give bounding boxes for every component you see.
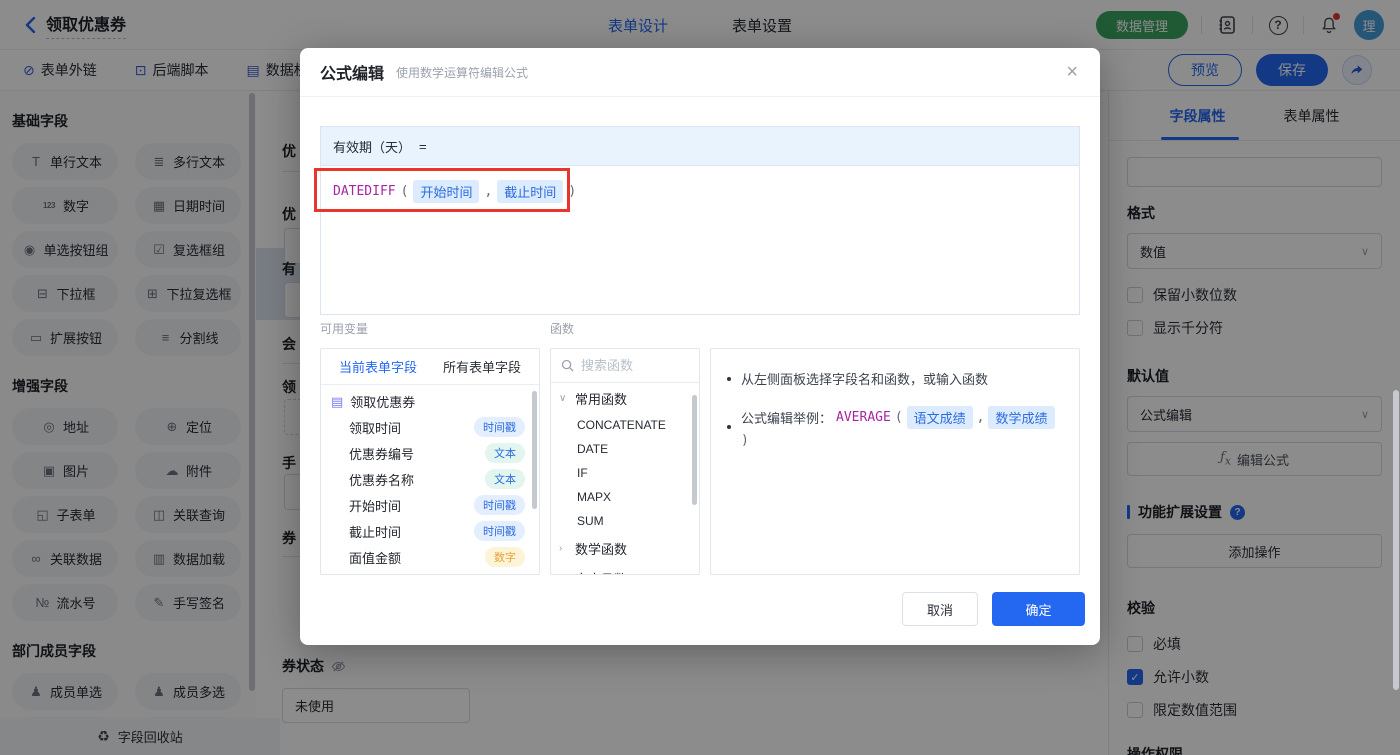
type-badge: 文本 — [485, 443, 525, 463]
caret-right-icon: › — [559, 573, 569, 574]
modal-header: 公式编辑 使用数学运算符编辑公式 × — [300, 48, 1100, 97]
cancel-button[interactable]: 取消 — [902, 592, 978, 626]
function-name: DATEDIFF — [333, 184, 396, 199]
function-item[interactable]: DATE — [551, 437, 699, 461]
caret-down-icon: ∨ — [559, 393, 567, 404]
formula-editor-area[interactable]: DATEDIFF( 开始时间 , 截止时间 ) — [320, 165, 1080, 315]
variables-label: 可用变量 — [320, 322, 369, 336]
function-item[interactable]: CONCATENATE — [551, 413, 699, 437]
formula-target-bar: 有效期（天） = — [320, 126, 1080, 165]
type-badge: 时间戳 — [474, 495, 525, 515]
modal-title: 公式编辑 — [320, 66, 385, 83]
variable-row[interactable]: 截止时间 时间戳 — [321, 518, 539, 544]
form-node[interactable]: ▤ 领取优惠券 — [321, 385, 539, 414]
function-group-math[interactable]: › 数学函数 — [551, 533, 699, 563]
variables-tabs: 当前表单字段 所有表单字段 — [321, 349, 539, 385]
function-item[interactable]: IF — [551, 461, 699, 485]
confirm-button[interactable]: 确定 — [992, 592, 1085, 626]
functions-panel: ∨ 常用函数 CONCATENATE DATE IF MAPX SUM › 数学… — [550, 348, 700, 575]
tab-current-form-fields[interactable]: 当前表单字段 — [339, 357, 417, 376]
functions-label: 函数 — [550, 322, 575, 336]
bullet-icon — [727, 376, 731, 381]
document-icon: ▤ — [331, 393, 344, 409]
variables-scrollbar[interactable] — [532, 391, 537, 509]
tips-panel: 从左侧面板选择字段名和函数，或输入函数 公式编辑举例： AVERAGE( 语文成… — [710, 348, 1080, 575]
variable-row[interactable]: 优惠券编号 文本 — [321, 440, 539, 466]
formula-variable-chip[interactable]: 截止时间 — [497, 180, 564, 203]
caret-right-icon: › — [559, 543, 563, 554]
function-item[interactable]: SUM — [551, 509, 699, 533]
tab-all-form-fields[interactable]: 所有表单字段 — [443, 357, 521, 376]
function-search — [551, 349, 699, 383]
tip-line: 从左侧面板选择字段名和函数，或输入函数 — [727, 369, 1063, 388]
tip-example-line: 公式编辑举例： AVERAGE( 语文成绩 , 数学成绩 ) — [727, 406, 1063, 448]
variable-row[interactable]: 面值金额 数字 — [321, 544, 539, 570]
bullet-icon — [727, 425, 731, 429]
functions-scrollbar[interactable] — [692, 395, 697, 505]
type-badge: 时间戳 — [474, 417, 525, 437]
function-group-text[interactable]: › 文本函数 — [551, 563, 699, 574]
type-badge: 时间戳 — [474, 521, 525, 541]
modal-subtitle: 使用数学运算符编辑公式 — [396, 65, 529, 80]
formula-target-field: 有效期（天） — [333, 139, 412, 155]
app: 领取优惠券 表单设计 表单设置 数据管理 ? 理 ⊘ 表单外链 ⊡ 后端脚本 ▤… — [0, 0, 1400, 755]
modal-footer: 取消 确定 — [902, 592, 1085, 626]
formula-variable-chip[interactable]: 开始时间 — [413, 180, 480, 203]
search-icon — [561, 359, 574, 372]
function-search-input[interactable] — [581, 358, 681, 373]
formula-editor-modal: 公式编辑 使用数学运算符编辑公式 × 有效期（天） = DATEDIFF( 开始… — [300, 48, 1100, 645]
window-scrollbar[interactable] — [1393, 390, 1399, 690]
variable-row[interactable]: 开始时间 时间戳 — [321, 492, 539, 518]
close-icon[interactable]: × — [1066, 62, 1078, 82]
example-function-name: AVERAGE — [836, 410, 891, 425]
type-badge: 文本 — [485, 469, 525, 489]
variable-row[interactable]: 领取时间 时间戳 — [321, 414, 539, 440]
variables-panel: 当前表单字段 所有表单字段 ▤ 领取优惠券 领取时间 时间戳 优惠券编号 文本 … — [320, 348, 540, 575]
example-variable-chip: 数学成绩 — [988, 406, 1055, 429]
formula-expression: DATEDIFF( 开始时间 , 截止时间 ) — [321, 166, 1079, 203]
equals-sign: = — [419, 138, 427, 154]
example-variable-chip: 语文成绩 — [906, 406, 973, 429]
variable-row[interactable]: 优惠券名称 文本 — [321, 466, 539, 492]
function-item[interactable]: MAPX — [551, 485, 699, 509]
type-badge: 数字 — [485, 547, 525, 567]
function-group-common[interactable]: ∨ 常用函数 — [551, 383, 699, 413]
